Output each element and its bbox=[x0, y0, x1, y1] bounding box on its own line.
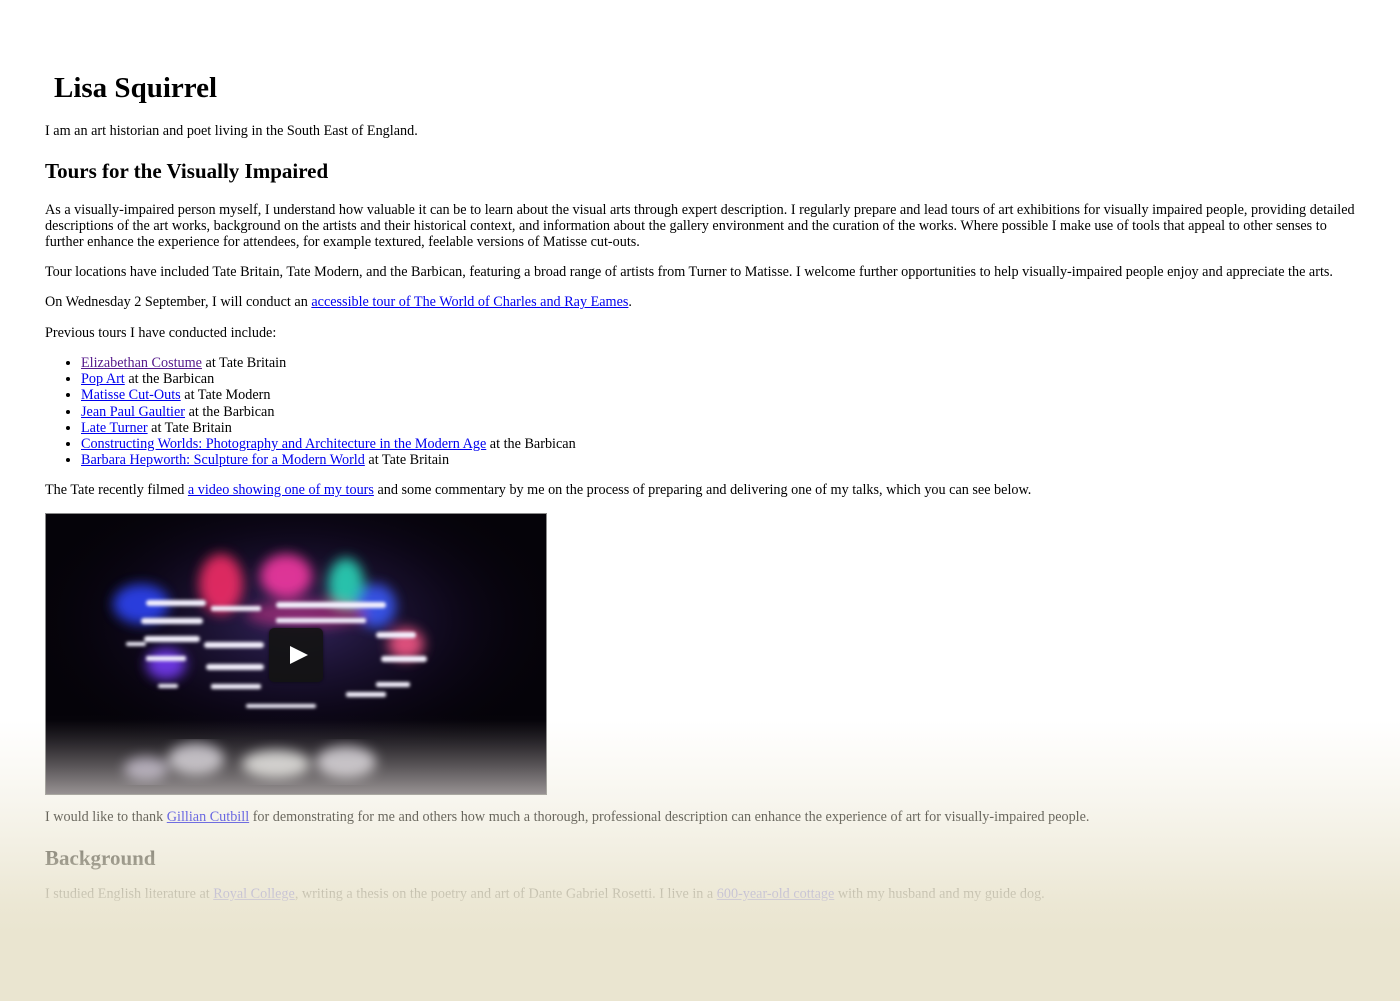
play-icon bbox=[290, 646, 308, 664]
video-intro-prefix: The Tate recently filmed bbox=[45, 482, 188, 498]
list-item: Late Turner at Tate Britain bbox=[81, 420, 576, 436]
tour-link-late-turner[interactable]: Late Turner bbox=[81, 420, 148, 436]
upcoming-tour-prefix: On Wednesday 2 September, I will conduct… bbox=[45, 294, 312, 310]
background-suffix: with my husband and my guide dog. bbox=[834, 886, 1045, 902]
tour-link-elizabethan-costume[interactable]: Elizabethan Costume bbox=[81, 355, 202, 371]
thanks-prefix: I would like to thank bbox=[45, 809, 167, 825]
tour-location: at Tate Britain bbox=[201, 355, 287, 371]
tour-link-constructing-worlds[interactable]: Constructing Worlds: Photography and Arc… bbox=[81, 436, 486, 452]
list-item: Jean Paul Gaultier at the Barbican bbox=[81, 404, 576, 420]
upcoming-tour-suffix: . bbox=[628, 294, 632, 310]
tour-link-pop-art[interactable]: Pop Art bbox=[81, 371, 125, 387]
background-prefix: I studied English literature at bbox=[45, 886, 214, 902]
tour-link-jean-paul-gaultier[interactable]: Jean Paul Gaultier bbox=[81, 404, 185, 420]
background-heading: Background bbox=[45, 846, 156, 870]
list-item: Barbara Hepworth: Sculpture for a Modern… bbox=[81, 452, 576, 468]
site-title: Lisa Squirrel bbox=[54, 72, 218, 104]
tour-link-barbara-hepworth[interactable]: Barbara Hepworth: Sculpture for a Modern… bbox=[81, 452, 365, 468]
tour-link-matisse-cut-outs[interactable]: Matisse Cut-Outs bbox=[81, 387, 181, 403]
cottage-link[interactable]: 600-year-old cottage bbox=[717, 886, 835, 902]
video-player[interactable] bbox=[45, 513, 547, 795]
previous-tours-list: Elizabethan Costume at Tate Britain Pop … bbox=[45, 355, 576, 468]
gillian-cutbill-link[interactable]: Gillian Cutbill bbox=[167, 809, 249, 825]
tour-location: at Tate Britain bbox=[364, 452, 450, 469]
tours-heading: Tours for the Visually Impaired bbox=[45, 159, 329, 183]
list-item: Matisse Cut-Outs at Tate Modern bbox=[81, 387, 576, 403]
background-mid: , writing a thesis on the poetry and art… bbox=[294, 886, 717, 902]
tour-location: at the Barbican bbox=[486, 436, 576, 453]
video-intro-paragraph: The Tate recently filmed a video showing… bbox=[45, 482, 1031, 498]
tour-video-link[interactable]: a video showing one of my tours bbox=[188, 482, 374, 498]
thanks-paragraph: I would like to thank Gillian Cutbill fo… bbox=[45, 809, 1089, 825]
background-paragraph: I studied English literature at Royal Co… bbox=[45, 886, 1045, 902]
list-item: Pop Art at the Barbican bbox=[81, 371, 576, 387]
tour-location: at Tate Modern bbox=[180, 387, 271, 404]
tour-location: at the Barbican bbox=[124, 371, 215, 388]
tours-paragraph-2: Tour locations have included Tate Britai… bbox=[45, 264, 1333, 280]
tour-location: at Tate Britain bbox=[147, 419, 232, 436]
tour-location: at the Barbican bbox=[185, 403, 275, 420]
royal-college-link[interactable]: Royal College bbox=[213, 886, 295, 902]
video-intro-suffix: and some commentary by me on the process… bbox=[373, 482, 1032, 498]
intro-text: I am an art historian and poet living in… bbox=[45, 123, 418, 139]
list-item: Constructing Worlds: Photography and Arc… bbox=[81, 436, 576, 452]
list-item: Elizabethan Costume at Tate Britain bbox=[81, 355, 576, 371]
upcoming-tour-paragraph: On Wednesday 2 September, I will conduct… bbox=[45, 294, 632, 310]
eames-tour-link[interactable]: accessible tour of The World of Charles … bbox=[311, 294, 628, 310]
previous-tours-intro: Previous tours I have conducted include: bbox=[45, 325, 277, 341]
tours-paragraph-1: As a visually-impaired person myself, I … bbox=[45, 202, 1355, 250]
thanks-suffix: for demonstrating for me and others how … bbox=[249, 809, 1090, 825]
play-button[interactable] bbox=[269, 628, 323, 682]
